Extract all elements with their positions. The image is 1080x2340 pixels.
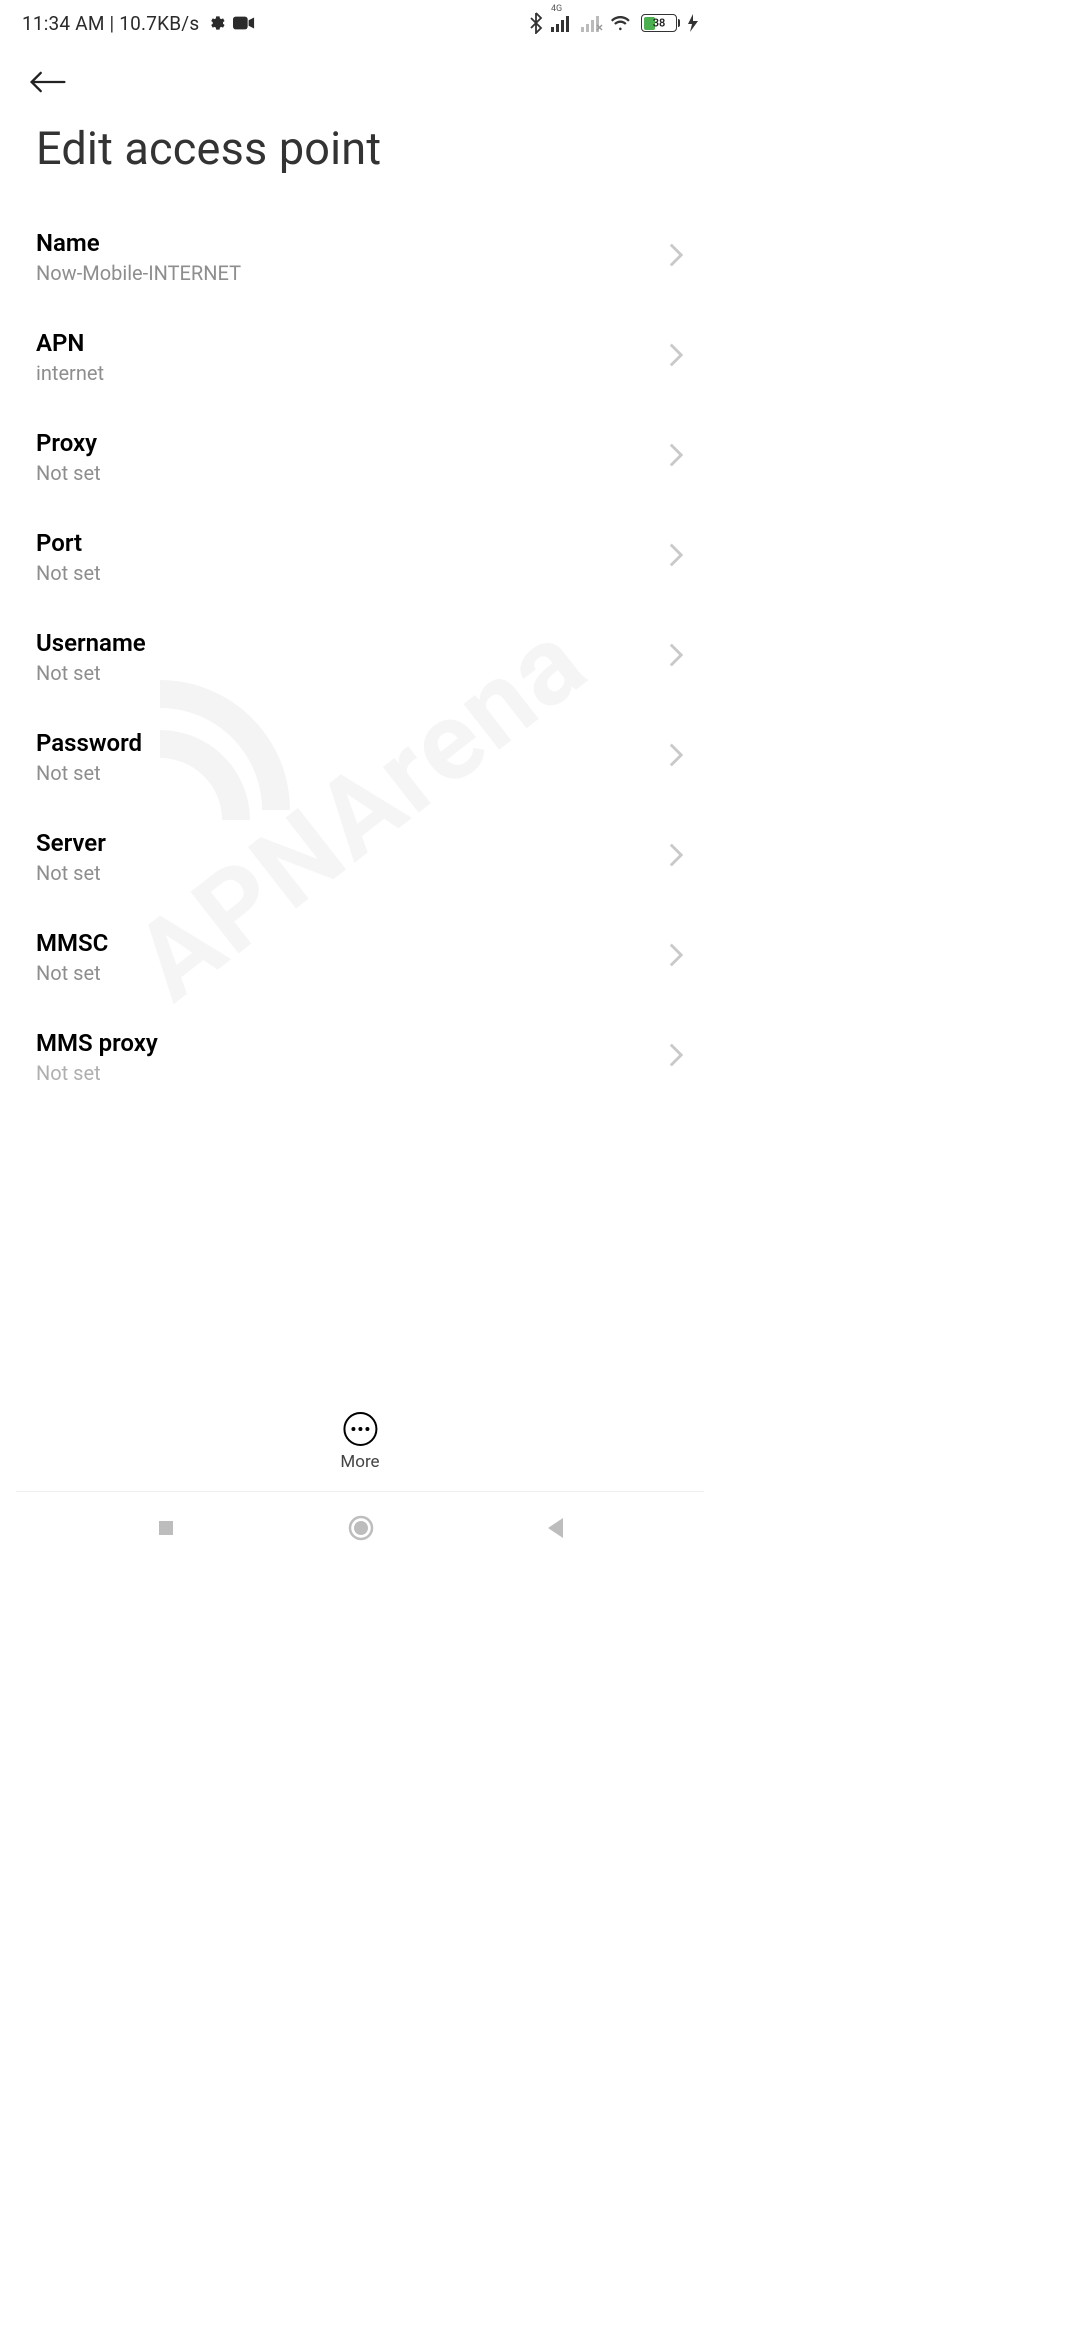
- row-label: Name: [36, 229, 241, 257]
- square-icon: [154, 1516, 178, 1540]
- signal-4g-icon: 4G: [551, 14, 573, 32]
- chevron-right-icon: [668, 442, 684, 472]
- row-apn[interactable]: APN internet: [10, 307, 710, 407]
- row-mms-proxy[interactable]: MMS proxy Not set: [10, 1007, 710, 1091]
- nav-back-button[interactable]: [544, 1516, 566, 1540]
- bluetooth-icon: [529, 12, 543, 34]
- row-value: Not set: [36, 761, 142, 785]
- more-button[interactable]: More: [340, 1412, 379, 1472]
- nav-recent-button[interactable]: [154, 1516, 178, 1540]
- row-proxy[interactable]: Proxy Not set: [10, 407, 710, 507]
- chevron-right-icon: [668, 842, 684, 872]
- row-server[interactable]: Server Not set: [10, 807, 710, 907]
- row-name[interactable]: Name Now-Mobile-INTERNET: [10, 207, 710, 307]
- arrow-left-icon: [28, 68, 68, 96]
- battery-indicator: 38: [641, 14, 680, 32]
- more-horizontal-icon: [343, 1412, 377, 1446]
- row-value: Not set: [36, 461, 101, 485]
- row-label: APN: [36, 329, 104, 357]
- row-value: Not set: [36, 661, 146, 685]
- row-label: MMSC: [36, 929, 108, 957]
- row-port[interactable]: Port Not set: [10, 507, 710, 607]
- row-value: Not set: [36, 561, 101, 585]
- chevron-right-icon: [668, 642, 684, 672]
- triangle-left-icon: [544, 1516, 566, 1540]
- row-label: MMS proxy: [36, 1029, 158, 1057]
- chevron-right-icon: [668, 742, 684, 772]
- android-nav-bar: [0, 1496, 720, 1560]
- signal-no-sim-icon: [581, 14, 603, 32]
- row-label: Server: [36, 829, 106, 857]
- row-value: Not set: [36, 961, 108, 985]
- status-time: 11:34 AM: [22, 12, 105, 35]
- wifi-icon: [611, 14, 633, 32]
- row-username[interactable]: Username Not set: [10, 607, 710, 707]
- more-label: More: [340, 1452, 379, 1472]
- gear-icon: [207, 14, 225, 32]
- apn-settings-list: Name Now-Mobile-INTERNET APN internet Pr…: [0, 183, 720, 1091]
- back-button[interactable]: [20, 54, 76, 110]
- row-label: Proxy: [36, 429, 101, 457]
- row-value: Not set: [36, 861, 106, 885]
- video-camera-icon: [233, 15, 255, 31]
- row-label: Port: [36, 529, 101, 557]
- chevron-right-icon: [668, 1042, 684, 1072]
- status-net-speed: 10.7KB/s: [119, 12, 199, 35]
- chevron-right-icon: [668, 342, 684, 372]
- chevron-right-icon: [668, 542, 684, 572]
- row-value: Now-Mobile-INTERNET: [36, 261, 241, 285]
- status-separator: |: [105, 12, 120, 35]
- status-bar: 11:34 AM | 10.7KB/s 4G: [0, 0, 720, 40]
- row-label: Password: [36, 729, 142, 757]
- circle-icon: [347, 1514, 375, 1542]
- row-password[interactable]: Password Not set: [10, 707, 710, 807]
- row-label: Username: [36, 629, 146, 657]
- row-mmsc[interactable]: MMSC Not set: [10, 907, 710, 1007]
- row-value: Not set: [36, 1061, 158, 1085]
- row-value: internet: [36, 361, 104, 385]
- chevron-right-icon: [668, 942, 684, 972]
- bottom-divider: [16, 1491, 704, 1492]
- page-title: Edit access point: [0, 110, 720, 183]
- chevron-right-icon: [668, 242, 684, 272]
- charging-icon: [688, 14, 698, 32]
- nav-home-button[interactable]: [347, 1514, 375, 1542]
